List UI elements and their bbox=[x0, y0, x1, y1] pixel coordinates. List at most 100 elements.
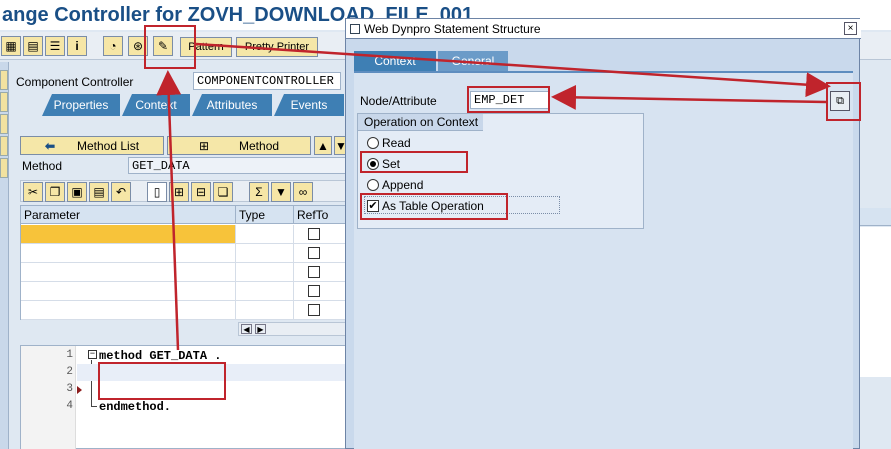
sum-icon[interactable]: Σ bbox=[249, 182, 269, 202]
parameter-cell[interactable] bbox=[21, 282, 236, 300]
tab-context[interactable]: Context bbox=[122, 94, 190, 116]
type-cell[interactable] bbox=[236, 282, 294, 300]
component-label: Component Controller bbox=[16, 75, 134, 89]
sap-screen: ange Controller for ZOVH_DOWNLOAD_FILE_0… bbox=[0, 0, 891, 449]
parameter-cell[interactable] bbox=[21, 244, 236, 262]
tab-events[interactable]: Events bbox=[274, 94, 344, 116]
line-number: 3 bbox=[66, 383, 73, 395]
breakpoint-icon bbox=[77, 386, 82, 394]
insert-row-icon[interactable]: ⊞ bbox=[169, 182, 189, 202]
filter-icon[interactable]: ▼ bbox=[271, 182, 291, 202]
append-radio[interactable] bbox=[367, 179, 379, 191]
scissors-icon[interactable]: ✂ bbox=[23, 182, 43, 202]
line-number: 2 bbox=[66, 366, 73, 378]
annotation-box-node bbox=[467, 86, 550, 113]
annotation-box-table-op bbox=[360, 193, 508, 220]
line-number: 1 bbox=[66, 349, 73, 361]
code-line-4: endmethod. bbox=[99, 400, 172, 414]
append-label: Append bbox=[382, 178, 424, 192]
method-name-field: GET_DATA bbox=[128, 157, 348, 174]
type-cell[interactable] bbox=[236, 244, 294, 262]
paste-icon[interactable]: ▤ bbox=[89, 182, 109, 202]
annotation-box-value-help bbox=[826, 82, 861, 121]
parameter-cell[interactable] bbox=[21, 301, 236, 319]
strip-button-3[interactable] bbox=[0, 114, 8, 134]
controller-tabs: Properties Context Attributes Events bbox=[12, 94, 352, 116]
table-row[interactable] bbox=[21, 282, 351, 301]
list-icon[interactable]: ☰ bbox=[45, 36, 65, 56]
parameter-table: Parameter Type RefTo bbox=[20, 205, 351, 320]
annotation-box-code bbox=[98, 362, 226, 400]
read-label: Read bbox=[382, 136, 411, 150]
pretty-printer-button[interactable]: Pretty Printer bbox=[236, 37, 318, 57]
dialog-tab-context[interactable]: Context bbox=[354, 51, 436, 71]
hierarchy-icon: ⊞ bbox=[198, 138, 210, 153]
table-row[interactable] bbox=[21, 244, 351, 263]
refto-checkbox[interactable] bbox=[308, 228, 320, 240]
grid-icon[interactable]: ▦ bbox=[1, 36, 21, 56]
type-cell[interactable] bbox=[236, 301, 294, 319]
type-cell[interactable] bbox=[236, 225, 294, 243]
method-label: Method bbox=[239, 138, 280, 153]
strip-button-4[interactable] bbox=[0, 136, 8, 156]
refto-checkbox[interactable] bbox=[308, 247, 320, 259]
method-list-label: Method List bbox=[77, 138, 140, 153]
refto-checkbox[interactable] bbox=[308, 304, 320, 316]
up-arrow-icon[interactable]: ▲ bbox=[314, 136, 332, 155]
header-type[interactable]: Type bbox=[236, 206, 294, 224]
table-row[interactable] bbox=[21, 263, 351, 282]
delete-row-icon[interactable]: ⊟ bbox=[191, 182, 211, 202]
dialog-title-text: Web Dynpro Statement Structure bbox=[364, 22, 541, 36]
node-attribute-label: Node/Attribute bbox=[360, 94, 437, 108]
operation-group-title: Operation on Context bbox=[358, 114, 483, 131]
scroll-left-icon[interactable]: ◀ bbox=[241, 324, 252, 334]
component-field[interactable]: COMPONENTCONTROLLER bbox=[193, 72, 341, 90]
table-row[interactable] bbox=[21, 225, 351, 244]
parameter-cell[interactable] bbox=[21, 225, 236, 243]
type-cell[interactable] bbox=[236, 263, 294, 281]
horizontal-scrollbar[interactable]: ◀ ▶ bbox=[238, 322, 350, 336]
line-number: 4 bbox=[66, 400, 73, 412]
block-line-end bbox=[91, 406, 97, 407]
method-button[interactable]: ⊞ Method bbox=[167, 136, 311, 155]
window-icon bbox=[350, 24, 360, 34]
collapse-icon[interactable]: − bbox=[88, 350, 97, 359]
close-icon[interactable]: × bbox=[844, 22, 857, 35]
strip-button-1[interactable] bbox=[0, 70, 8, 90]
parameter-cell[interactable] bbox=[21, 263, 236, 281]
binoculars-icon[interactable]: ∞ bbox=[293, 182, 313, 202]
strip-button-5[interactable] bbox=[0, 158, 8, 178]
left-nav-strip bbox=[0, 62, 9, 449]
tab-properties[interactable]: Properties bbox=[42, 94, 120, 116]
editor-gutter bbox=[21, 346, 76, 449]
statement-structure-dialog: Web Dynpro Statement Structure × Context… bbox=[345, 18, 861, 449]
pie-icon[interactable]: ◔ bbox=[103, 36, 123, 56]
strip-button-2[interactable] bbox=[0, 92, 8, 112]
table-row[interactable] bbox=[21, 301, 351, 320]
tab-attributes[interactable]: Attributes bbox=[192, 94, 272, 116]
right-table-body bbox=[857, 227, 891, 377]
refto-checkbox[interactable] bbox=[308, 285, 320, 297]
duplicate-icon[interactable]: ❏ bbox=[213, 182, 233, 202]
dialog-title: Web Dynpro Statement Structure × bbox=[346, 19, 861, 39]
method-field-label: Method bbox=[22, 159, 63, 173]
copy-icon[interactable]: ❐ bbox=[45, 182, 65, 202]
right-background-panel bbox=[857, 62, 891, 449]
header-refto[interactable]: RefTo bbox=[294, 206, 351, 224]
header-parameter[interactable]: Parameter bbox=[21, 206, 236, 224]
read-radio[interactable] bbox=[367, 137, 379, 149]
info-icon[interactable]: i bbox=[67, 36, 87, 56]
print-icon[interactable]: ▤ bbox=[23, 36, 43, 56]
method-list-button[interactable]: ⬅ Method List bbox=[20, 136, 164, 155]
right-table-header bbox=[857, 208, 891, 226]
new-doc-icon[interactable]: ▯ bbox=[147, 182, 167, 202]
undo-icon[interactable]: ↶ bbox=[111, 182, 131, 202]
scroll-right-icon[interactable]: ▶ bbox=[255, 324, 266, 334]
grid-toolbar: ✂ ❐ ▣ ▤ ↶ ▯ ⊞ ⊟ ❏ Σ ▼ ∞ bbox=[20, 180, 350, 202]
annotation-box-set bbox=[360, 151, 468, 173]
dialog-tab-general[interactable]: General bbox=[438, 51, 508, 71]
refto-checkbox[interactable] bbox=[308, 266, 320, 278]
code-line-1: method GET_DATA . bbox=[99, 349, 222, 363]
paste-icon[interactable]: ▣ bbox=[67, 182, 87, 202]
left-arrow-icon: ⬅ bbox=[44, 138, 55, 153]
